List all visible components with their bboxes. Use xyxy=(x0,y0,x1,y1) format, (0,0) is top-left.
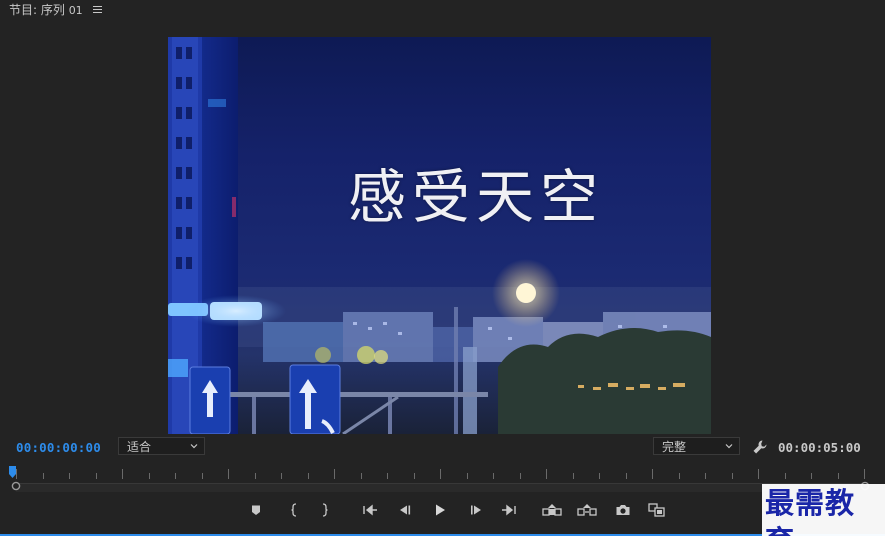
ruler-tick xyxy=(679,473,680,479)
ruler-tick xyxy=(652,469,653,479)
ruler-tick xyxy=(281,473,282,479)
ruler-tick xyxy=(361,473,362,479)
ruler-tick xyxy=(864,469,865,479)
quality-select[interactable]: 完整 xyxy=(653,437,740,455)
go-to-in-button[interactable] xyxy=(359,500,381,520)
mark-out-button[interactable] xyxy=(314,500,336,520)
marker-icon xyxy=(252,505,260,515)
program-monitor-panel: 节目: 序列 01 感受天空 00:00:00:00 适合 完整 00:00:0… xyxy=(0,0,885,536)
play-button[interactable] xyxy=(429,500,451,520)
playhead-icon[interactable] xyxy=(8,465,18,479)
fit-select[interactable]: 适合 xyxy=(118,437,205,455)
ruler-tick xyxy=(599,473,600,479)
add-marker-button[interactable] xyxy=(245,500,267,520)
hamburger-icon[interactable] xyxy=(93,5,103,15)
ruler-tick xyxy=(705,473,706,479)
ruler-tick xyxy=(546,469,547,479)
ruler-tick xyxy=(520,473,521,479)
ruler-tick xyxy=(228,469,229,479)
export-frame-button[interactable] xyxy=(612,500,634,520)
extract-button[interactable] xyxy=(576,500,598,520)
zoom-handle-left[interactable] xyxy=(11,481,21,491)
video-caption-text: 感受天空 xyxy=(348,163,605,231)
night-city-scene xyxy=(168,37,711,434)
current-timecode[interactable]: 00:00:00:00 xyxy=(16,440,101,455)
ruler-tick xyxy=(414,473,415,479)
fit-select-value: 适合 xyxy=(127,440,152,454)
chevron-down-icon xyxy=(190,444,198,449)
ruler-tick xyxy=(122,469,123,479)
ruler-tick xyxy=(440,469,441,479)
panel-title[interactable]: 节目: 序列 01 xyxy=(9,3,83,18)
ruler-tick xyxy=(573,473,574,479)
go-to-in-icon xyxy=(363,504,377,516)
mark-out-icon xyxy=(322,503,328,517)
step-forward-button[interactable] xyxy=(465,500,487,520)
ruler-tick xyxy=(255,473,256,479)
quality-select-value: 完整 xyxy=(662,440,687,454)
ruler-tick xyxy=(43,473,44,479)
ruler-tick xyxy=(838,473,839,479)
watermark-logo: 最需教育 xyxy=(762,484,885,536)
compare-view-button[interactable] xyxy=(646,500,668,520)
ruler-tick xyxy=(732,473,733,479)
go-to-out-button[interactable] xyxy=(498,500,520,520)
lift-button[interactable] xyxy=(541,500,563,520)
ruler-tick xyxy=(175,473,176,479)
chevron-down-icon xyxy=(725,444,733,449)
zoom-scroll-bar[interactable] xyxy=(16,483,864,492)
step-back-icon xyxy=(400,505,411,515)
step-back-button[interactable] xyxy=(394,500,416,520)
compare-icon xyxy=(648,503,665,517)
camera-icon xyxy=(616,505,630,515)
lift-icon xyxy=(542,504,562,516)
ruler-tick xyxy=(96,473,97,479)
go-to-out-icon xyxy=(502,504,516,516)
time-ruler[interactable] xyxy=(9,462,870,492)
ruler-tick xyxy=(626,473,627,479)
ruler-tick xyxy=(149,473,150,479)
extract-icon xyxy=(577,504,597,516)
ruler-tick xyxy=(467,473,468,479)
ruler-tick xyxy=(334,469,335,479)
ruler-tick xyxy=(785,473,786,479)
ruler-tick xyxy=(493,473,494,479)
program-video-frame[interactable]: 感受天空 xyxy=(168,37,711,434)
ruler-tick xyxy=(69,473,70,479)
panel-tab-bar: 节目: 序列 01 xyxy=(0,0,885,22)
play-icon xyxy=(436,504,445,516)
mark-in-icon xyxy=(291,503,297,517)
ruler-tick xyxy=(387,473,388,479)
mark-in-button[interactable] xyxy=(283,500,305,520)
sequence-number: 01 xyxy=(68,4,83,17)
ruler-tick xyxy=(758,469,759,479)
ruler-tick xyxy=(308,473,309,479)
duration-timecode: 00:00:05:00 xyxy=(778,440,861,455)
ruler-tick xyxy=(202,473,203,479)
step-forward-icon xyxy=(471,505,481,515)
panel-title-label: 节目: 序列 xyxy=(9,3,65,17)
wrench-icon[interactable] xyxy=(752,439,768,455)
ruler-tick xyxy=(811,473,812,479)
